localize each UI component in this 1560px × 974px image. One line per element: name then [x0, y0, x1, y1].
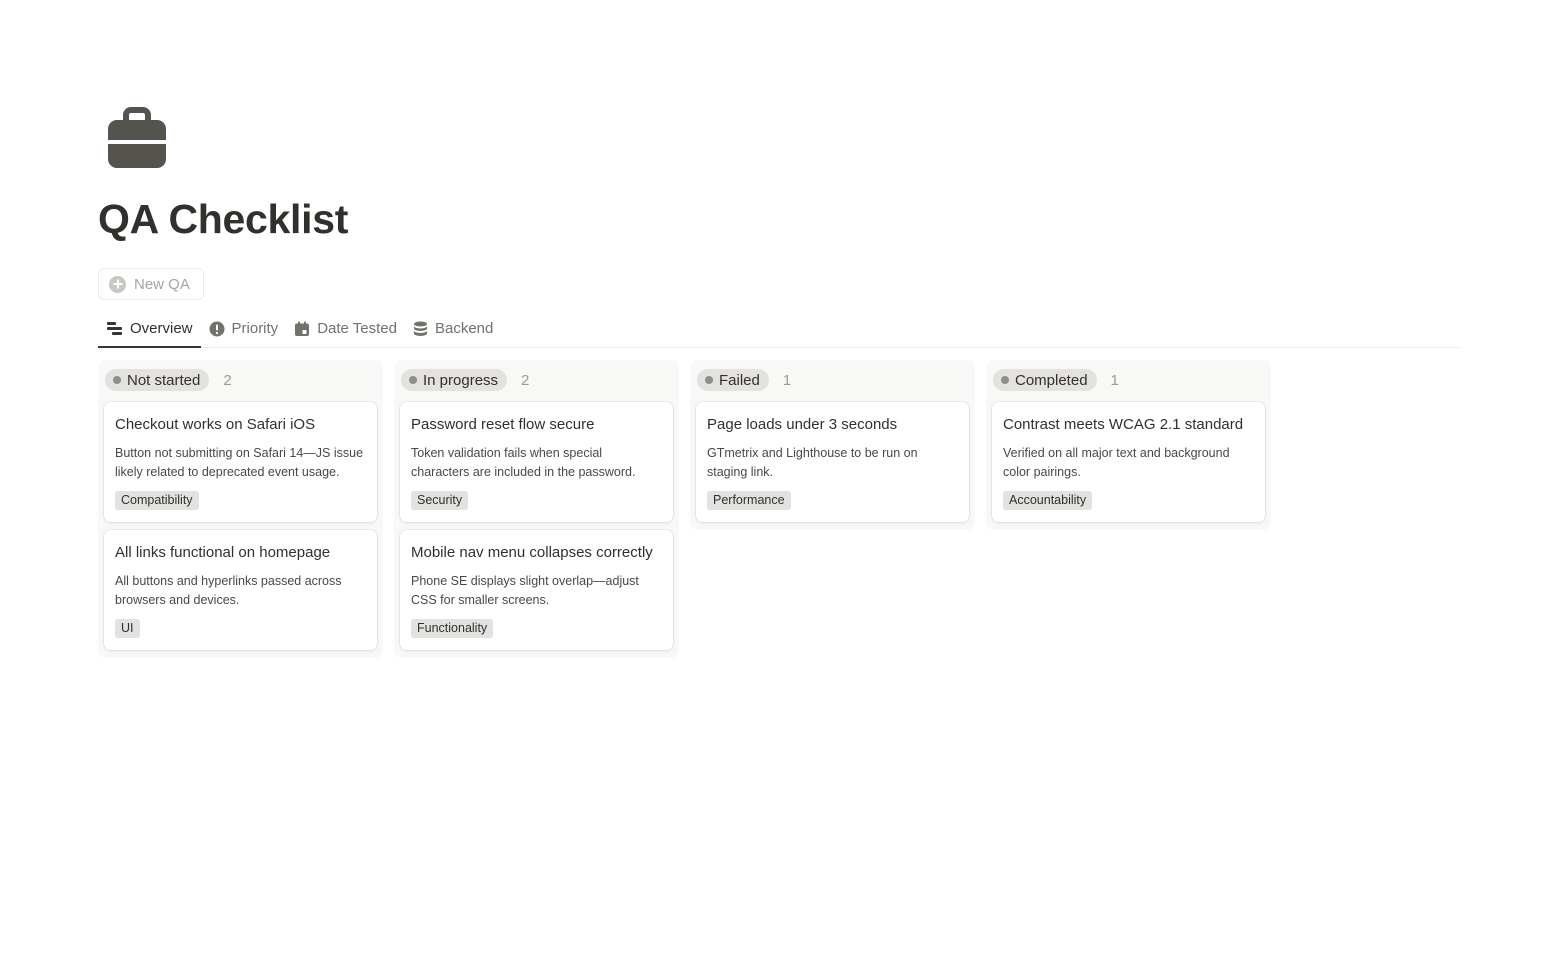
database-icon [413, 321, 427, 336]
tab-label: Backend [434, 320, 494, 337]
page-title: QA Checklist [98, 196, 349, 242]
tab-label: Date Tested [317, 320, 397, 337]
card-tag: Functionality [411, 619, 494, 638]
status-badge[interactable]: Failed [697, 369, 769, 391]
status-badge[interactable]: In progress [401, 369, 508, 391]
card-tag: Security [411, 491, 469, 510]
card-title: Checkout works on Safari iOS [115, 416, 316, 433]
card-tag: UI [115, 619, 140, 638]
tab-date-tested[interactable]: Date Tested [286, 310, 405, 347]
card-title: Password reset flow secure [411, 416, 595, 433]
card-description: GTmetrix and Lighthouse to be run on sta… [707, 446, 918, 479]
column-in-progress: In progress 2 Password reset flow secure… [394, 360, 679, 658]
board-card[interactable]: All links functional on homepage All but… [104, 530, 377, 650]
tab-label: Overview [130, 320, 193, 337]
status-badge[interactable]: Not started [105, 369, 210, 391]
status-label: Completed [1015, 371, 1088, 389]
board-card[interactable]: Password reset flow secure Token validat… [400, 402, 673, 522]
card-tag: Compatibility [115, 491, 199, 510]
status-dot-icon [113, 376, 121, 384]
card-description: Phone SE displays slight overlap—adjust … [411, 574, 639, 607]
card-tag: Performance [707, 491, 791, 510]
board-card[interactable]: Mobile nav menu collapses correctly Phon… [400, 530, 673, 650]
new-qa-label: New QA [134, 275, 190, 293]
column-header: Completed 1 [992, 368, 1265, 392]
column-count: 1 [782, 371, 792, 389]
board-card[interactable]: Page loads under 3 seconds GTmetrix and … [696, 402, 969, 522]
card-tag: Accountability [1003, 491, 1093, 510]
status-dot-icon [409, 376, 417, 384]
briefcase-icon[interactable] [104, 106, 176, 172]
status-dot-icon [705, 376, 713, 384]
view-tabs: Overview Priority Date Tested Backend [98, 310, 1459, 348]
status-label: Failed [719, 371, 760, 389]
new-qa-button[interactable]: New QA [98, 268, 204, 300]
column-failed: Failed 1 Page loads under 3 seconds GTme… [690, 360, 975, 530]
card-description: Verified on all major text and backgroun… [1003, 446, 1230, 479]
status-dot-icon [1001, 376, 1009, 384]
status-label: Not started [127, 371, 201, 389]
card-title: Contrast meets WCAG 2.1 standard [1003, 416, 1244, 433]
column-completed: Completed 1 Contrast meets WCAG 2.1 stan… [986, 360, 1271, 530]
tab-priority[interactable]: Priority [201, 310, 287, 347]
card-title: All links functional on homepage [115, 544, 331, 561]
card-title: Mobile nav menu collapses correctly [411, 544, 653, 561]
tab-backend[interactable]: Backend [405, 310, 501, 347]
card-description: Button not submitting on Safari 14—JS is… [115, 446, 364, 479]
status-badge[interactable]: Completed [993, 369, 1097, 391]
alert-circle-icon [209, 321, 225, 336]
column-header: Not started 2 [104, 368, 377, 392]
column-header: Failed 1 [696, 368, 969, 392]
tab-label: Priority [231, 320, 279, 337]
board-icon [107, 322, 122, 335]
card-title: Page loads under 3 seconds [707, 416, 898, 433]
tab-overview[interactable]: Overview [98, 310, 201, 348]
kanban-board: Not started 2 Checkout works on Safari i… [98, 360, 1271, 658]
column-header: In progress 2 [400, 368, 673, 392]
card-description: All buttons and hyperlinks passed across… [115, 574, 342, 607]
column-count: 2 [521, 371, 530, 389]
board-card[interactable]: Contrast meets WCAG 2.1 standard Verifie… [992, 402, 1265, 522]
column-count: 2 [223, 371, 232, 389]
card-description: Token validation fails when special char… [411, 446, 636, 479]
status-label: In progress [423, 371, 499, 389]
calendar-icon [295, 321, 310, 336]
board-card[interactable]: Checkout works on Safari iOS Button not … [104, 402, 377, 522]
page: QA Checklist New QA Overview Priority Da… [0, 0, 1560, 974]
column-not-started: Not started 2 Checkout works on Safari i… [98, 360, 383, 658]
plus-circle-icon [109, 275, 126, 293]
column-count: 1 [1110, 371, 1119, 389]
